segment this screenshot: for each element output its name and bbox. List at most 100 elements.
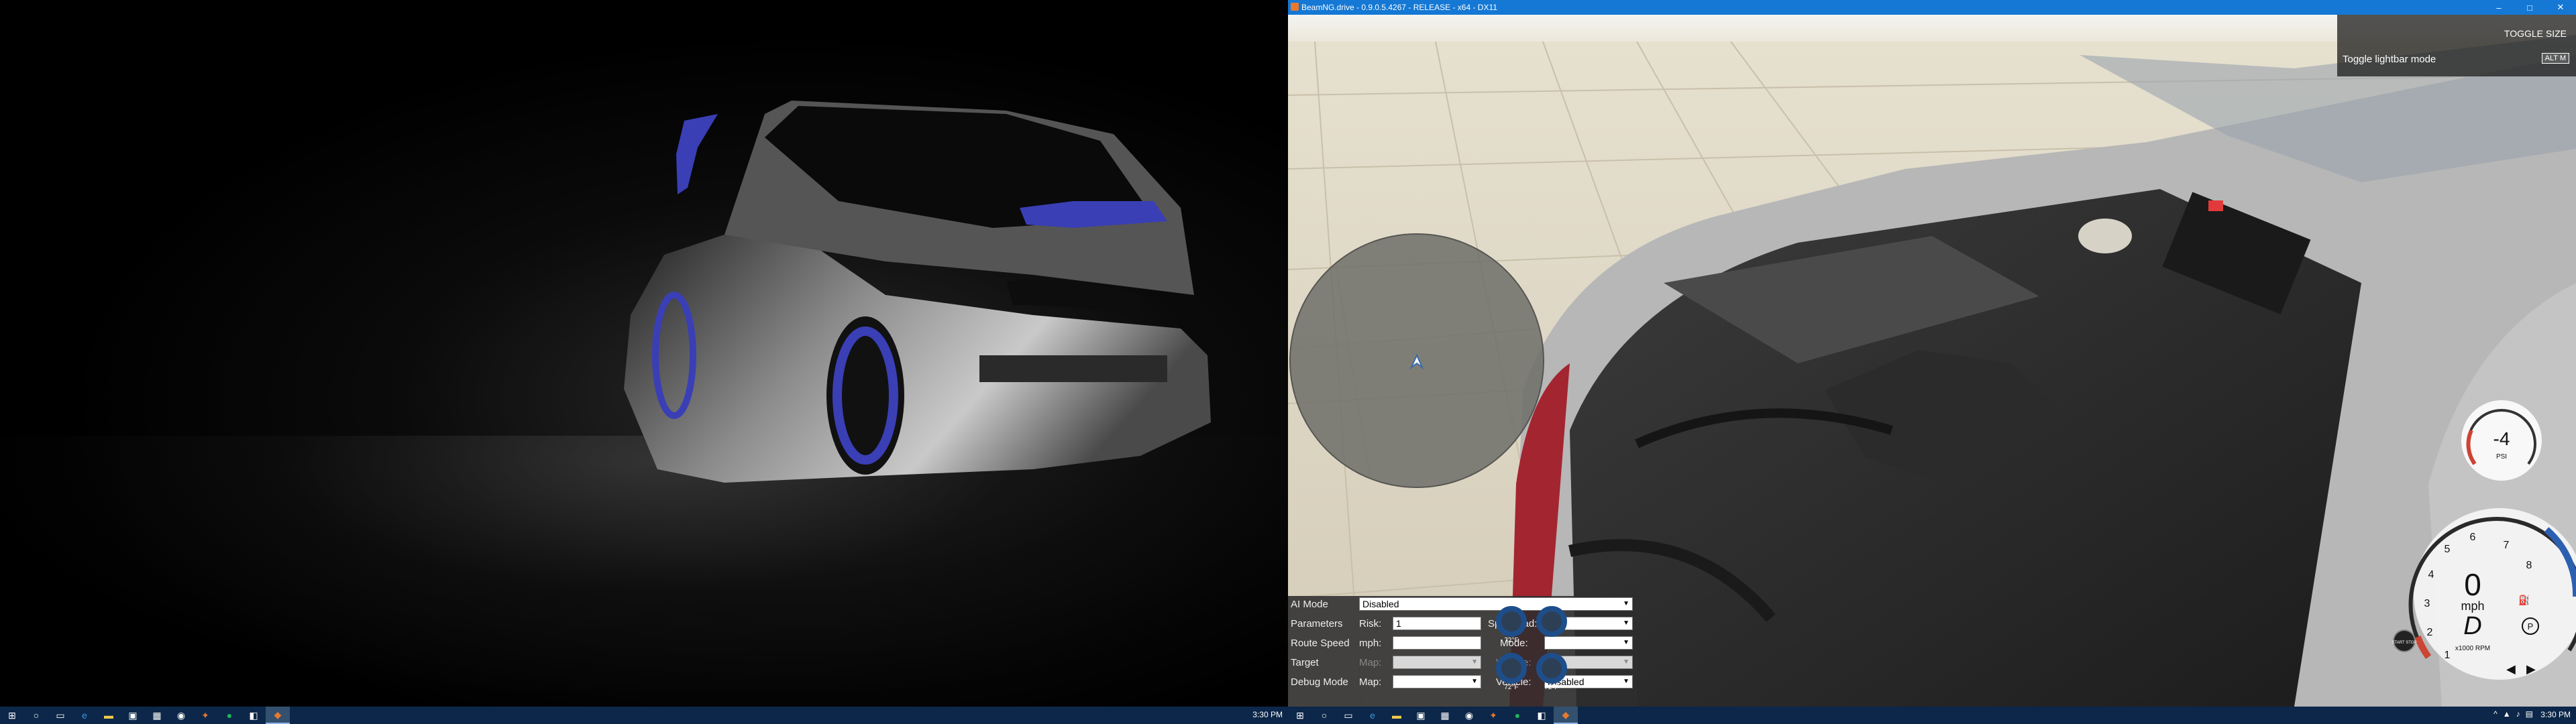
rpm-tick-1: 1 [2445, 650, 2451, 661]
tire-fl-temp: 72°F [1504, 637, 1519, 644]
chevron-down-icon: ▼ [1623, 658, 1629, 666]
chevron-down-icon: ▼ [1623, 600, 1629, 607]
start-stop-label: START STOP [2392, 641, 2417, 645]
rpm-tick-4: 4 [2428, 569, 2434, 581]
tire-rr-temp: 72°F [1544, 684, 1559, 691]
network-icon[interactable]: ▲ [2503, 709, 2511, 719]
debug-map-label: Map: [1359, 676, 1382, 688]
chevron-down-icon: ▼ [1471, 658, 1478, 666]
taskbar-right: ⊞ ○ ▭ e ▬ ▣ ▦ ◉ ✦ ● ◧ ◆ ^ ▲ ♪ ▤ 3:30 PM [1288, 707, 2576, 724]
app-icon-6[interactable]: ◧ [1529, 707, 1554, 724]
beamng-taskbar-icon[interactable]: ◆ [266, 707, 290, 724]
app-icon-3[interactable]: ◧ [241, 707, 266, 724]
ai-control-panel: AI Mode Disabled▼ Parameters Risk: 1 Spl… [1288, 596, 1637, 707]
minimize-button[interactable]: – [2483, 0, 2514, 15]
game-viewport[interactable]: TOGGLE SIZE Toggle lightbar mode ALT M A… [1288, 15, 2576, 707]
edge-icon-2[interactable]: e [1360, 707, 1385, 724]
store-icon[interactable]: ▣ [121, 707, 145, 724]
app-icon-2[interactable]: ✦ [193, 707, 217, 724]
risk-label: Risk: [1359, 618, 1382, 629]
target-label: Target [1291, 657, 1319, 668]
edge-icon[interactable]: e [72, 707, 97, 724]
lightbar-toggle-panel: TOGGLE SIZE Toggle lightbar mode ALT M [2337, 15, 2576, 76]
maximize-button[interactable]: □ [2514, 0, 2545, 15]
toggle-size-button[interactable]: TOGGLE SIZE [2504, 28, 2567, 39]
risk-input[interactable]: 1 [1393, 617, 1481, 630]
notification-icon[interactable]: ▤ [2526, 709, 2533, 719]
task-view-icon[interactable]: ▭ [48, 707, 72, 724]
steam-icon-2[interactable]: ◉ [1457, 707, 1481, 724]
keybind-badge: ALT M [2541, 53, 2569, 64]
task-view-icon-2[interactable]: ▭ [1336, 707, 1360, 724]
chevron-down-icon: ▼ [1623, 678, 1629, 685]
app-icon-5[interactable]: ✦ [1481, 707, 1505, 724]
tire-temperature-widget: 72°F 72°F 72°F 72°F [1492, 606, 1572, 700]
debug-map-select[interactable]: ▼ [1393, 675, 1481, 688]
left-monitor: ⊞ ○ ▭ e ▬ ▣ ▦ ◉ ✦ ● ◧ ◆ 3:30 PM [0, 0, 1288, 724]
boost-value: -4 [2493, 428, 2510, 449]
start-button-2[interactable]: ⊞ [1288, 707, 1312, 724]
spotify-icon[interactable]: ● [217, 707, 241, 724]
spotify-icon-2[interactable]: ● [1505, 707, 1529, 724]
clock-right: 3:30 PM [2540, 710, 2571, 719]
mph-label: mph: [1359, 638, 1382, 649]
steam-icon[interactable]: ◉ [169, 707, 193, 724]
minimap [1289, 233, 1544, 488]
store-icon-2[interactable]: ▣ [1409, 707, 1433, 724]
rpm-tick-2: 2 [2427, 627, 2433, 638]
file-explorer-icon-2[interactable]: ▬ [1385, 707, 1409, 724]
target-map-select[interactable]: ▼ [1393, 656, 1481, 669]
rpm-tick-8: 8 [2526, 560, 2532, 571]
chevron-down-icon: ▼ [1623, 639, 1629, 646]
parameters-label: Parameters [1291, 618, 1343, 629]
taskbar-left: ⊞ ○ ▭ e ▬ ▣ ▦ ◉ ✦ ● ◧ ◆ 3:30 PM [0, 707, 1288, 724]
speed-unit: mph [2461, 599, 2484, 613]
rpm-tick-3: 3 [2424, 598, 2430, 609]
tire-rr-icon [1536, 653, 1567, 684]
game-titlebar[interactable]: BeamNG.drive - 0.9.0.5.4267 - RELEASE - … [1288, 0, 2576, 15]
rpm-tick-6: 6 [2470, 532, 2476, 543]
beamng-taskbar-icon-2[interactable]: ◆ [1554, 707, 1578, 724]
wallpaper-car-image [624, 101, 1211, 483]
turn-signal-left-icon: ◀ [2506, 662, 2516, 676]
file-explorer-icon[interactable]: ▬ [97, 707, 121, 724]
close-button[interactable]: ✕ [2545, 0, 2576, 15]
rpm-tick-5: 5 [2445, 544, 2451, 555]
ai-mode-label: AI Mode [1291, 599, 1328, 610]
boost-unit: PSI [2496, 453, 2507, 461]
rpm-tick-7: 7 [2504, 540, 2510, 551]
start-button[interactable]: ⊞ [0, 707, 24, 724]
cortana-icon[interactable]: ○ [24, 707, 48, 724]
cortana-icon-2[interactable]: ○ [1312, 707, 1336, 724]
rpm-unit: x1000 RPM [2455, 645, 2490, 652]
gear-indicator: D [2463, 612, 2481, 640]
mph-input[interactable] [1393, 636, 1481, 650]
volume-icon[interactable]: ♪ [2516, 709, 2520, 719]
turn-signal-right-icon: ▶ [2526, 662, 2536, 676]
fuel-icon: ⛽ [2518, 595, 2530, 606]
tire-fr-icon [1536, 606, 1567, 637]
svg-text:P: P [2528, 621, 2534, 631]
tire-rl-icon [1496, 653, 1527, 684]
speedometer-gauge: 1 2 3 4 5 6 7 8 0 mph D x1000 RPM P STAR… [2392, 508, 2576, 680]
player-arrow-icon [1409, 353, 1424, 370]
toggle-lightbar-label[interactable]: Toggle lightbar mode [2343, 54, 2436, 65]
tire-fl-icon [1496, 606, 1527, 637]
boost-gauge: -4 PSI [2461, 400, 2542, 481]
window-title: BeamNG.drive - 0.9.0.5.4267 - RELEASE - … [1301, 3, 1497, 12]
chevron-down-icon: ▼ [1623, 619, 1629, 627]
right-monitor: BeamNG.drive - 0.9.0.5.4267 - RELEASE - … [1288, 0, 2576, 724]
tire-rl-temp: 72°F [1504, 684, 1519, 691]
app-icon-4[interactable]: ▦ [1433, 707, 1457, 724]
route-speed-label: Route Speed [1291, 638, 1350, 649]
clock-left: 3:30 PM [1252, 710, 1283, 719]
beamng-icon [1291, 3, 1299, 11]
tray-arrow-icon[interactable]: ^ [2493, 709, 2498, 719]
tire-fr-temp: 72°F [1544, 637, 1559, 644]
debug-mode-label: Debug Mode [1291, 676, 1348, 688]
chevron-down-icon: ▼ [1471, 678, 1478, 685]
system-tray[interactable]: ^ ▲ ♪ ▤ [2493, 709, 2533, 719]
app-icon-1[interactable]: ▦ [145, 707, 169, 724]
map-label-disabled: Map: [1359, 657, 1382, 668]
speed-value: 0 [2464, 567, 2481, 602]
